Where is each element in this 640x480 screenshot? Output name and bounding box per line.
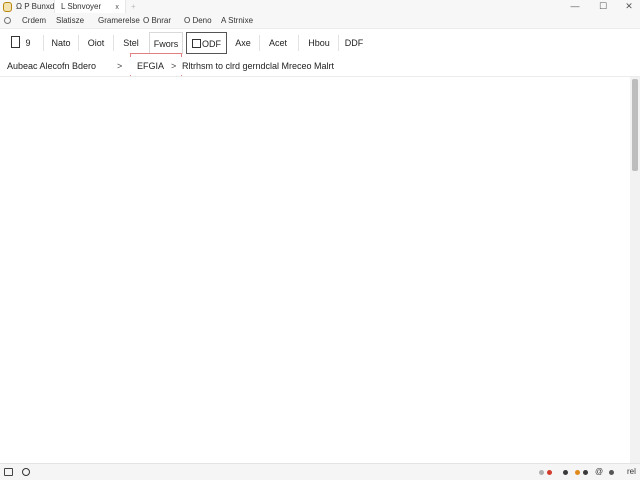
at-icon[interactable]: @ xyxy=(595,464,603,480)
tray-status-icon[interactable] xyxy=(583,470,588,475)
title-bar: Ω P Bunxd L Sbnvoyer x + — ☐ ✕ xyxy=(0,0,640,14)
menu-item-crdem[interactable]: Crdem xyxy=(22,14,46,28)
minimize-icon[interactable]: — xyxy=(566,0,584,13)
menu-item-gramerelse[interactable]: Gramerelse xyxy=(98,14,140,28)
app-icon xyxy=(3,2,12,12)
tab-label: Ω P Bunxd xyxy=(16,2,55,11)
toolbar-divider xyxy=(113,35,114,51)
document-area[interactable] xyxy=(0,77,630,463)
toolbar-divider xyxy=(43,35,44,51)
breadcrumb: Aubeac Alecofn Bdero > EFGIA > Rltrhsm t… xyxy=(0,57,640,75)
toolbar-button-label: ODF xyxy=(202,39,221,49)
toolbar: 9 Nato Oiot Stel Fwors ODF Axe Acet Hbou… xyxy=(0,29,640,57)
breadcrumb-item-root[interactable]: Aubeac Alecofn Bdero xyxy=(7,57,96,75)
tray-alert-icon[interactable] xyxy=(547,470,552,475)
chevron-right-icon: > xyxy=(171,61,177,71)
toolbar-button-ddf[interactable]: DDF xyxy=(341,32,367,54)
menu-item-bnrar[interactable]: O Bnrar xyxy=(143,14,171,28)
vertical-scrollbar[interactable] xyxy=(630,77,640,463)
menu-item-strnixe[interactable]: A Strnixe xyxy=(221,14,253,28)
menu-item-slatisze[interactable]: Slatisze xyxy=(56,14,84,28)
tab-label: L Sbnvoyer xyxy=(61,2,102,11)
toolbar-button-axe[interactable]: Axe xyxy=(230,32,256,54)
scrollbar-thumb[interactable] xyxy=(632,79,638,171)
status-bar: @ rel xyxy=(0,463,640,480)
circle-icon[interactable] xyxy=(22,468,30,476)
menu-bar: Crdem Slatisze Gramerelse O Bnrar O Deno… xyxy=(0,14,640,29)
document-button[interactable]: 9 xyxy=(6,32,36,54)
new-tab-button[interactable]: + xyxy=(131,0,136,13)
document-count: 9 xyxy=(25,38,31,48)
breadcrumb-item-efgia[interactable]: EFGIA xyxy=(137,57,164,75)
tray-network-icon[interactable] xyxy=(609,470,614,475)
tab-close-icon[interactable]: x xyxy=(115,4,119,11)
menu-item-deno[interactable]: O Deno xyxy=(184,14,212,28)
toolbar-divider xyxy=(259,35,260,51)
tray-warning-icon[interactable] xyxy=(575,470,580,475)
status-text: rel xyxy=(627,467,636,476)
window-icon[interactable] xyxy=(4,468,13,476)
toolbar-button-acet[interactable]: Acet xyxy=(262,32,294,54)
toolbar-button-fwors[interactable]: Fwors xyxy=(149,32,183,54)
toolbar-divider xyxy=(78,35,79,51)
toolbar-divider xyxy=(298,35,299,51)
document-icon xyxy=(11,36,21,48)
close-icon[interactable]: ✕ xyxy=(620,0,638,13)
tab-sbnvoyer[interactable]: L Sbnvoyer x xyxy=(54,0,126,13)
toolbar-divider xyxy=(338,35,339,51)
tab-bunxd[interactable]: Ω P Bunxd xyxy=(16,0,54,13)
toolbar-button-stel[interactable]: Stel xyxy=(116,32,146,54)
toolbar-button-oiot[interactable]: Oiot xyxy=(81,32,111,54)
tray-dot-icon xyxy=(539,470,544,475)
tray-status-icon[interactable] xyxy=(563,470,568,475)
toolbar-button-hbou[interactable]: Hbou xyxy=(302,32,336,54)
square-icon xyxy=(192,39,201,48)
breadcrumb-item-current: Rltrhsm to clrd gerndclal Mreceo Malrt xyxy=(182,61,335,71)
chevron-right-icon: > xyxy=(117,61,123,71)
maximize-icon[interactable]: ☐ xyxy=(594,0,612,13)
globe-icon[interactable] xyxy=(4,17,11,24)
toolbar-button-nato[interactable]: Nato xyxy=(46,32,76,54)
toolbar-button-odf[interactable]: ODF xyxy=(186,32,227,54)
